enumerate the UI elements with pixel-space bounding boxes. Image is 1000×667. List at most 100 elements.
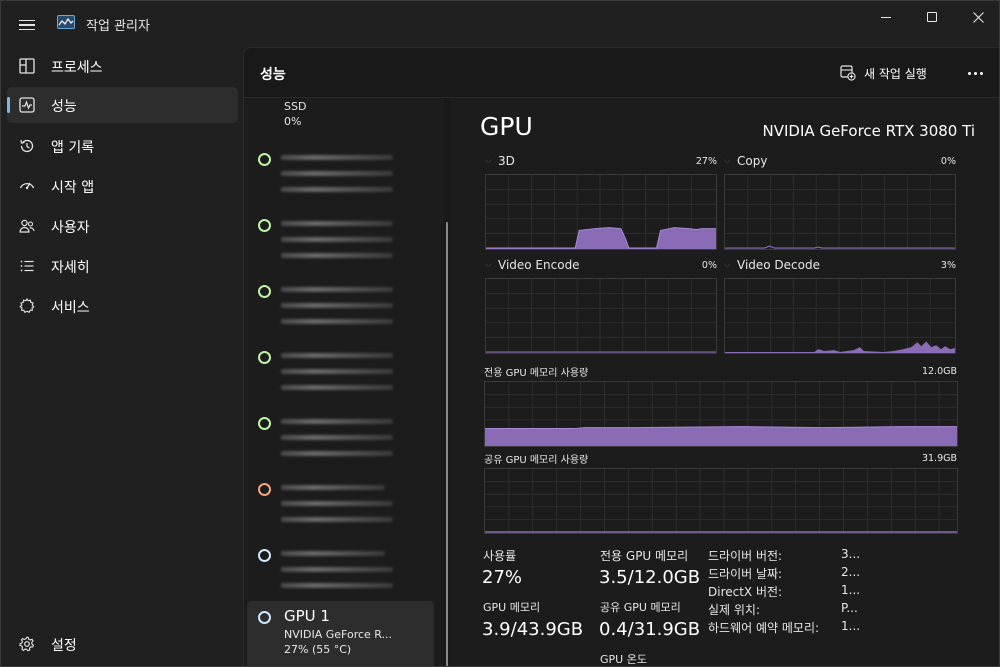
graph-dedicated-memory	[484, 381, 958, 447]
app-title: 작업 관리자	[86, 19, 150, 34]
minimize-icon	[881, 16, 891, 18]
users-icon	[19, 219, 35, 233]
status-dot	[258, 351, 271, 364]
status-dot	[258, 219, 271, 232]
sidebar-item-processes[interactable]: 프로세스	[7, 48, 238, 84]
chevron-down-icon[interactable]: ⌵	[724, 156, 731, 166]
device-item-gpu1[interactable]: GPU 1 NVIDIA GeForce R... 27% (55 °C)	[247, 601, 434, 666]
graph-3d-label[interactable]: 3D	[498, 154, 515, 168]
blurred-text	[281, 501, 393, 506]
driver-date-label: 드라이버 날짜:	[708, 567, 783, 581]
blurred-text	[281, 369, 393, 374]
blurred-text	[281, 155, 393, 160]
run-new-task-button[interactable]: 새 작업 실행	[840, 60, 927, 86]
device-list-scrollbar[interactable]	[446, 222, 448, 666]
graph-3d	[485, 174, 717, 250]
device-item-blurred[interactable]	[244, 546, 434, 602]
directx-version-value: 1...	[841, 583, 861, 597]
performance-icon	[19, 97, 35, 113]
graph-shared-max: 31.9GB	[921, 453, 957, 464]
graph-video-encode-label[interactable]: Video Encode	[498, 258, 580, 272]
sidebar-item-app-history[interactable]: 앱 기록	[7, 128, 238, 164]
device-item-blurred[interactable]	[244, 150, 434, 206]
close-icon	[972, 11, 984, 23]
sidebar-item-label: 사용자	[51, 220, 90, 236]
status-dot	[258, 285, 271, 298]
device-item-blurred[interactable]	[244, 414, 434, 470]
gpu-title: GPU	[480, 112, 533, 141]
minimize-button[interactable]	[863, 1, 909, 33]
page-title: 성능	[260, 67, 286, 83]
status-dot	[258, 549, 271, 562]
chevron-down-icon[interactable]: ⌵	[485, 156, 492, 166]
maximize-icon	[927, 12, 937, 22]
gpu-model: NVIDIA GeForce RTX 3080 Ti	[762, 122, 975, 140]
dedicated-memory-label: 전용 GPU 메모리	[600, 549, 689, 563]
gpu-memory-label: GPU 메모리	[483, 601, 541, 614]
blurred-text	[281, 237, 393, 242]
sidebar-item-settings[interactable]: 설정	[7, 626, 238, 662]
content-area: 성능 새 작업 실행 SSD 0% GPU 1 NVIDIA GeForce R…	[243, 47, 999, 666]
device-item-blurred[interactable]	[244, 480, 434, 536]
device-ssd-value: 0%	[284, 115, 302, 128]
device-item-blurred[interactable]	[244, 348, 434, 404]
device-ssd-name: SSD	[284, 100, 307, 113]
utilization-value: 27%	[482, 567, 523, 588]
graph-3d-pct: 27%	[695, 156, 717, 167]
device-item-blurred[interactable]	[244, 282, 434, 338]
task-manager-app-icon	[57, 15, 75, 29]
task-manager-window: 작업 관리자 프로세스 성능 앱 기록 시작 앱 사용자 자세히 서비스 설정 …	[0, 0, 1000, 667]
maximize-button[interactable]	[909, 1, 955, 33]
chevron-down-icon[interactable]: ⌵	[485, 260, 492, 270]
sidebar-item-label: 서비스	[51, 300, 90, 316]
hardware-reserved-memory-label: 하드웨어 예약 메모리:	[708, 621, 820, 635]
gpu1-value: 27% (55 °C)	[284, 643, 352, 656]
graph-dedicated-max: 12.0GB	[921, 366, 957, 377]
blurred-text	[281, 221, 393, 226]
sidebar-item-label: 자세히	[51, 260, 90, 276]
blurred-text	[281, 551, 385, 556]
blurred-text	[281, 451, 393, 456]
sidebar-item-label: 시작 앱	[51, 180, 95, 196]
physical-location-value: P...	[841, 601, 858, 615]
sidebar-item-details[interactable]: 자세히	[7, 248, 238, 284]
sidebar-item-services[interactable]: 서비스	[7, 288, 238, 324]
physical-location-label: 실제 위치:	[708, 603, 761, 617]
status-dot	[258, 483, 271, 496]
graph-copy-pct: 0%	[940, 156, 956, 167]
run-task-label: 새 작업 실행	[864, 66, 927, 81]
sidebar-item-startup-apps[interactable]: 시작 앱	[7, 168, 238, 204]
device-list[interactable]: SSD 0% GPU 1 NVIDIA GeForce R... 27% (55…	[244, 98, 444, 666]
sidebar-item-label: 앱 기록	[51, 140, 95, 156]
hamburger-menu-icon[interactable]	[13, 11, 41, 39]
graph-shared-label: 공유 GPU 메모리 사용량	[484, 455, 589, 466]
blurred-text	[281, 385, 393, 390]
sidebar-item-performance[interactable]: 성능	[7, 87, 238, 123]
blurred-text	[281, 567, 393, 572]
graph-copy-label[interactable]: Copy	[737, 154, 767, 168]
graph-video-decode-pct: 3%	[940, 260, 956, 271]
more-options-button[interactable]	[962, 60, 988, 86]
blurred-text	[281, 319, 393, 324]
gpu-detail-panel: GPU NVIDIA GeForce RTX 3080 Ti ⌵ 3D 27% …	[451, 98, 999, 666]
sidebar-item-label: 프로세스	[51, 60, 103, 76]
blurred-text	[281, 253, 393, 258]
shared-memory-label: 공유 GPU 메모리	[600, 601, 681, 614]
blurred-text	[281, 485, 385, 490]
blurred-text	[281, 171, 393, 176]
blurred-text	[281, 353, 393, 358]
device-item-blurred[interactable]	[244, 216, 434, 272]
gpu-memory-value: 3.9/43.9GB	[482, 619, 584, 640]
utilization-label: 사용률	[483, 549, 517, 563]
graph-shared-memory	[484, 468, 958, 534]
close-button[interactable]	[955, 1, 999, 33]
graph-video-decode-label[interactable]: Video Decode	[737, 258, 820, 272]
chevron-down-icon[interactable]: ⌵	[724, 260, 731, 270]
hardware-reserved-memory-value: 1...	[841, 619, 861, 633]
sidebar-item-users[interactable]: 사용자	[7, 208, 238, 244]
gpu1-model: NVIDIA GeForce R...	[284, 628, 393, 641]
status-dot	[258, 417, 271, 430]
graph-video-decode	[724, 278, 956, 354]
gpu1-name: GPU 1	[284, 607, 330, 625]
blurred-text	[281, 187, 393, 192]
